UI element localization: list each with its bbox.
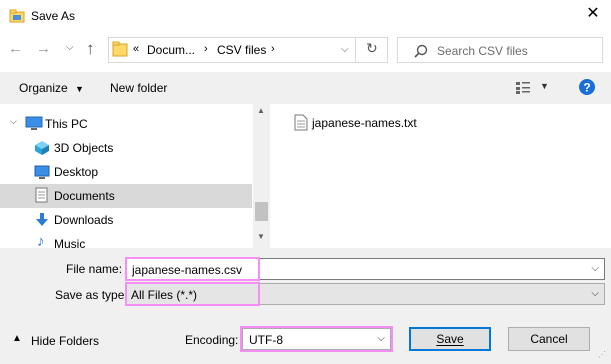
chevron-down-icon[interactable]: ⌵ (591, 288, 599, 299)
filename-label: File name: (66, 262, 123, 276)
savetype-highlight (125, 282, 260, 306)
organize-label: Organize (19, 81, 68, 95)
tree-item-3d-objects[interactable]: 3D Objects (0, 136, 252, 160)
tree-label: This PC (45, 117, 88, 131)
breadcrumb-documents[interactable]: Docum... (147, 43, 195, 57)
tree-label: Documents (54, 189, 115, 203)
music-icon: ♪ (37, 233, 45, 248)
breadcrumb-folder[interactable]: CSV files (217, 43, 266, 57)
save-label: Save (436, 332, 464, 346)
file-name: japanese-names.txt (312, 116, 417, 130)
search-placeholder: Search CSV files (437, 44, 528, 58)
documents-icon (35, 187, 48, 203)
savetype-label: Save as type: (55, 288, 128, 302)
scroll-down-icon[interactable]: ▼ (257, 232, 265, 241)
title-bar: Save As ✕ (0, 0, 611, 32)
caret-down-icon: ▼ (540, 81, 549, 91)
tree-scrollbar[interactable]: ▲ ▼ (253, 104, 270, 248)
tree-label: Music (54, 237, 86, 248)
file-item[interactable]: japanese-names.txt (294, 112, 494, 134)
encoding-highlight (240, 326, 393, 352)
cube-icon (35, 141, 49, 155)
caret-up-icon: ▲ (12, 333, 22, 344)
tree-label: Downloads (54, 213, 114, 227)
help-icon[interactable]: ? (579, 79, 595, 95)
download-icon (36, 213, 48, 226)
search-icon (414, 44, 428, 58)
desktop-icon (34, 165, 50, 179)
tree-item-documents[interactable]: Documents (0, 184, 252, 208)
refresh-button[interactable]: ↻ (355, 37, 388, 63)
window-title: Save As (31, 9, 76, 23)
view-icon (516, 82, 530, 94)
tree-item-music[interactable]: ♪ Music (0, 232, 252, 248)
address-dropdown-icon[interactable]: ⌵ (341, 44, 349, 55)
encoding-label: Encoding: (185, 333, 239, 347)
main-area: ⌵ This PC 3D Objects Desktop Documents D… (0, 104, 611, 248)
organize-button[interactable]: Organize ▼ (19, 81, 84, 95)
recent-locations-button[interactable]: ⌵ (66, 42, 80, 62)
resize-grip-icon[interactable]: ⋰ (598, 351, 608, 361)
svg-text:?: ? (583, 81, 590, 95)
chevron-right-icon[interactable]: › (204, 43, 208, 55)
new-folder-button[interactable]: New folder (110, 81, 167, 95)
scroll-up-icon[interactable]: ▲ (257, 106, 265, 115)
chevron-down-icon[interactable]: ⌵ (591, 263, 599, 274)
scrollbar-thumb[interactable] (255, 202, 268, 221)
folder-icon (112, 41, 128, 57)
command-bar: Organize ▼ New folder ▼ ? (0, 72, 611, 104)
breadcrumb-prefix[interactable]: « (133, 43, 139, 55)
save-as-icon (9, 9, 25, 23)
pc-icon (25, 116, 43, 130)
hide-folders-button[interactable]: ▲ Hide Folders (6, 332, 106, 352)
address-bar[interactable]: « Docum... › CSV files › ⌵ (108, 37, 388, 63)
view-options-button[interactable]: ▼ (513, 78, 553, 98)
filename-highlight (125, 257, 260, 281)
back-button[interactable]: ← (8, 40, 26, 60)
caret-down-icon: ▼ (75, 84, 84, 94)
save-button[interactable]: Save (409, 327, 491, 351)
tree-item-desktop[interactable]: Desktop (0, 160, 252, 184)
tree-label: 3D Objects (54, 141, 114, 155)
cancel-button[interactable]: Cancel (508, 327, 590, 351)
tree-item-downloads[interactable]: Downloads (0, 208, 252, 232)
close-icon: ✕ (586, 5, 600, 22)
close-button[interactable]: ✕ (580, 4, 606, 26)
hide-folders-label: Hide Folders (31, 334, 100, 348)
expand-icon[interactable]: ⌵ (10, 116, 17, 127)
text-file-icon (294, 114, 308, 131)
forward-button[interactable]: → (36, 40, 54, 60)
refresh-icon: ↻ (366, 40, 378, 56)
save-form-panel: File name: japanese-names.csv ⌵ Save as … (0, 248, 611, 364)
search-input[interactable]: Search CSV files (397, 37, 603, 63)
tree-label: Desktop (54, 165, 99, 179)
up-button[interactable]: ↑ (86, 39, 104, 59)
tree-item-this-pc[interactable]: ⌵ This PC (0, 112, 252, 136)
chevron-right-icon[interactable]: › (271, 43, 275, 55)
